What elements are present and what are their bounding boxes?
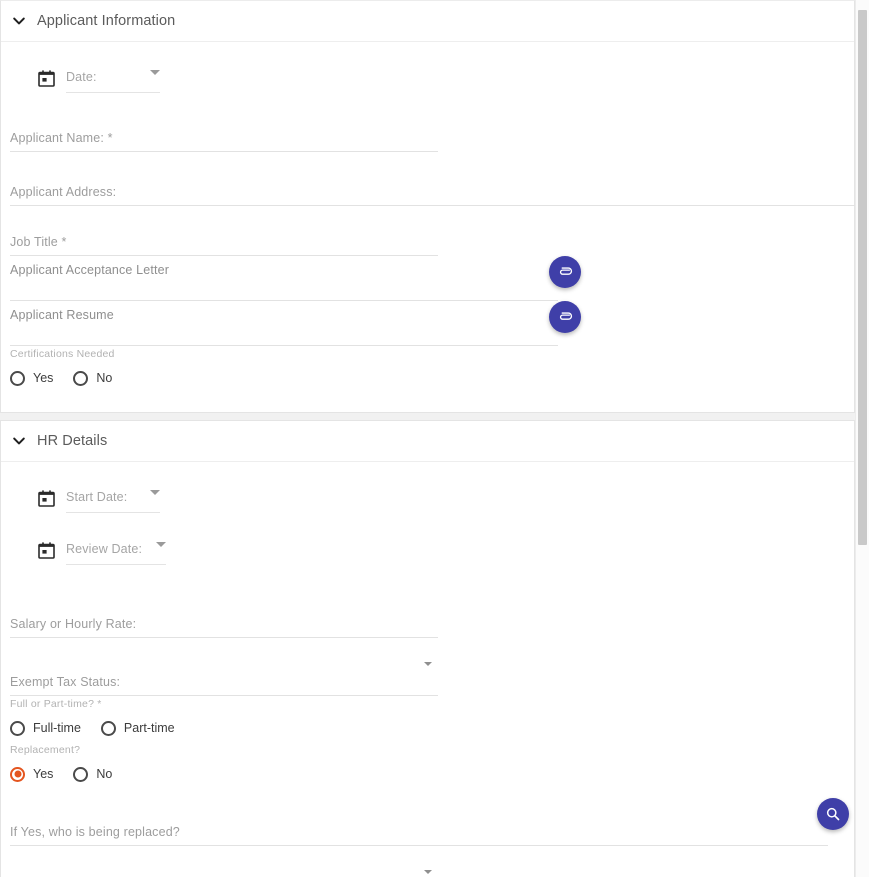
radio-icon[interactable] [10, 720, 25, 736]
section-body-hr-details: Start Date: Review Date: Salary or Hourl… [1, 462, 854, 877]
radio-label: No [96, 371, 113, 385]
field-label: If Yes, who is being replaced? [10, 825, 180, 839]
radio-full-time[interactable]: Full-time [10, 720, 81, 736]
section-header-hr-details[interactable]: HR Details [1, 421, 854, 462]
field-label: Applicant Address: [10, 185, 117, 199]
radio-certifications-no[interactable]: No [73, 370, 113, 386]
review-date-label: Review Date: [66, 542, 143, 556]
date-picker-row: Date: [10, 56, 845, 108]
form-viewport: Applicant Information Date: Applicant Na… [0, 0, 855, 877]
section-title: HR Details [37, 433, 108, 449]
select-exempt-tax-status[interactable]: Exempt Tax Status: [10, 652, 845, 696]
section-header-applicant-information[interactable]: Applicant Information [1, 1, 854, 42]
scrollbar-thumb[interactable] [858, 10, 867, 545]
field-applicant-acceptance-letter[interactable]: Applicant Acceptance Letter [10, 256, 845, 301]
field-label: Job Title * [10, 235, 67, 249]
start-date-input[interactable]: Start Date: [66, 488, 160, 513]
field-salary-or-hourly-rate[interactable]: Salary or Hourly Rate: [10, 594, 845, 638]
date-label: Date: [66, 70, 97, 84]
lookup-replaced-person-button[interactable] [817, 798, 849, 830]
chevron-down-icon[interactable] [10, 12, 28, 30]
review-date-row: Review Date: [10, 528, 845, 580]
field-label: Applicant Acceptance Letter [10, 263, 170, 277]
radio-part-time[interactable]: Part-time [100, 720, 175, 736]
vertical-scrollbar[interactable] [855, 0, 869, 877]
search-icon [826, 807, 840, 821]
field-applicant-name[interactable]: Applicant Name: * [10, 108, 845, 152]
attach-resume-button[interactable] [549, 301, 581, 333]
radio-icon[interactable] [73, 370, 89, 386]
start-date-label: Start Date: [66, 490, 128, 504]
field-underline [10, 345, 558, 346]
certifications-radio-group: Yes No [10, 364, 845, 392]
replacement-caption: Replacement? [10, 744, 81, 756]
review-date-input[interactable]: Review Date: [66, 540, 166, 565]
radio-icon[interactable] [100, 720, 116, 736]
field-applicant-address[interactable]: Applicant Address: [10, 162, 855, 206]
select-label: Exempt Tax Status: [10, 675, 121, 689]
radio-label: Full-time [33, 721, 81, 735]
radio-label: Part-time [123, 721, 175, 735]
dropdown-caret-icon[interactable] [156, 542, 166, 565]
replacement-radio-group: Yes No [10, 760, 845, 788]
calendar-icon[interactable] [38, 490, 55, 507]
radio-replacement-yes[interactable]: Yes [10, 766, 54, 782]
radio-label: Yes [33, 371, 54, 385]
radio-label: No [96, 767, 113, 781]
field-underline [10, 151, 438, 152]
field-if-yes-who-is-being-replaced[interactable]: If Yes, who is being replaced? [10, 798, 849, 846]
field-job-title[interactable]: Job Title * [10, 212, 845, 256]
field-applicant-resume[interactable]: Applicant Resume [10, 301, 845, 346]
field-underline [10, 205, 855, 206]
field-underline [10, 695, 438, 696]
dropdown-caret-icon[interactable] [424, 662, 837, 684]
radio-icon[interactable] [73, 766, 89, 782]
section-hr-details: HR Details Start Date: Review Date: Sala… [0, 420, 855, 877]
section-divider-gap [0, 413, 855, 420]
section-title: Applicant Information [37, 13, 176, 29]
field-label: Salary or Hourly Rate: [10, 617, 137, 631]
radio-icon[interactable] [10, 766, 25, 782]
field-underline [10, 637, 438, 638]
attach-acceptance-letter-button[interactable] [549, 256, 581, 288]
paperclip-icon [559, 311, 572, 320]
calendar-icon[interactable] [38, 70, 55, 87]
radio-label: Yes [33, 767, 54, 781]
radio-replacement-no[interactable]: No [73, 766, 113, 782]
calendar-icon[interactable] [38, 542, 55, 559]
section-body-applicant-information: Date: Applicant Name: * Applicant Addres… [1, 42, 855, 412]
field-label: Applicant Resume [10, 308, 114, 322]
start-date-row: Start Date: [10, 476, 845, 528]
field-label: Applicant Name: * [10, 131, 113, 145]
dropdown-caret-icon[interactable] [150, 490, 160, 513]
employment-type-caption: Full or Part-time? * [10, 698, 102, 710]
date-input[interactable]: Date: [66, 68, 160, 93]
employment-type-radio-group: Full-time Part-time [10, 714, 845, 742]
radio-icon[interactable] [10, 370, 25, 386]
select-department[interactable]: Department: [10, 860, 845, 877]
certifications-caption: Certifications Needed [10, 348, 115, 360]
chevron-down-icon[interactable] [10, 432, 28, 450]
paperclip-icon [559, 266, 572, 275]
dropdown-caret-icon[interactable] [150, 70, 160, 93]
field-underline [10, 845, 828, 846]
radio-certifications-yes[interactable]: Yes [10, 370, 54, 386]
section-applicant-information: Applicant Information Date: Applicant Na… [0, 0, 855, 413]
